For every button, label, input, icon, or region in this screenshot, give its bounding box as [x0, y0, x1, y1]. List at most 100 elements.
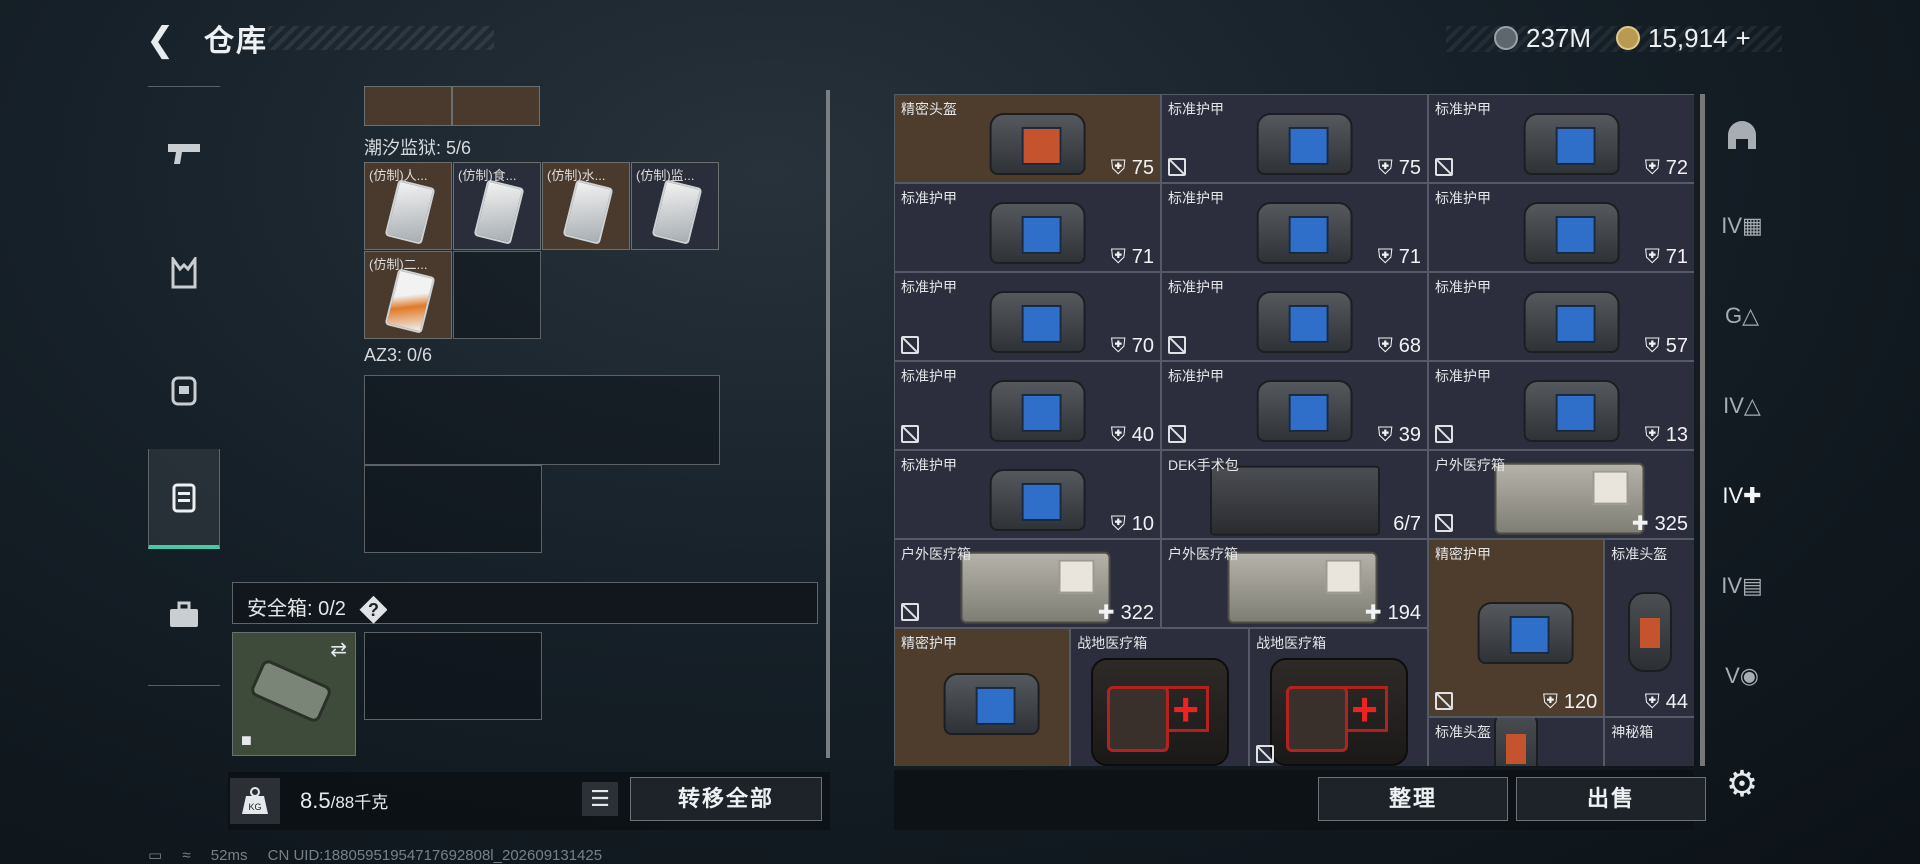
stash-item-value: ⛨ 40: [1111, 424, 1154, 447]
shield-icon: ⛨: [1377, 157, 1393, 179]
ammo-icon[interactable]: G△: [1710, 276, 1774, 356]
shield-icon: ⛨: [1644, 691, 1660, 713]
stash-item-value: ⛨ 13: [1645, 424, 1688, 447]
stash-item[interactable]: 战地医疗箱: [1249, 628, 1428, 766]
empty-slot-row[interactable]: [364, 375, 720, 465]
stash-item-name: 精密护甲: [901, 635, 957, 651]
inventory-slot[interactable]: (仿制)人...: [364, 162, 452, 250]
gold-coin-icon: [1616, 26, 1640, 50]
inventory-slot[interactable]: [364, 86, 452, 126]
weight-icon[interactable]: KG: [230, 778, 280, 824]
shield-icon: ⛨: [1644, 246, 1660, 268]
stash-item[interactable]: DEK手术包 6/7: [1161, 450, 1428, 539]
stash-item-number: 194: [1387, 602, 1421, 624]
helmet-icon[interactable]: [1710, 96, 1774, 176]
stash-item[interactable]: 标准护甲 ⛨ 68: [1161, 272, 1428, 361]
battery-icon: ▭: [148, 847, 163, 864]
shield-icon: ⛨: [1110, 513, 1126, 535]
stash-item[interactable]: 精密头盔 ⛨ 75: [894, 94, 1161, 183]
stash-item[interactable]: 标准护甲 ⛨ 71: [1428, 183, 1694, 272]
stash-item[interactable]: 标准头盔 ⛨ 44: [1604, 539, 1694, 717]
vest-icon: [989, 379, 1086, 442]
section-label-prison: 潮汐监狱: 5/6: [364, 138, 472, 158]
vest-icon: [989, 201, 1086, 264]
vest-icon[interactable]: [148, 223, 220, 323]
stash-item[interactable]: 神秘箱: [1604, 717, 1694, 766]
no-insure-icon: [1256, 745, 1275, 764]
id-card-icon: [384, 268, 436, 334]
safe-box-empty-slots[interactable]: [364, 632, 542, 720]
shield-icon: ⛨: [1644, 424, 1660, 446]
pistol-icon[interactable]: [148, 103, 220, 203]
back-arrow-icon[interactable]: ❮: [146, 20, 186, 60]
weight-max: /88千克: [330, 793, 389, 812]
gear-icon[interactable]: ⚙: [1720, 762, 1764, 806]
heal-plus-icon: ✚: [1631, 513, 1649, 535]
vest-icon: [1256, 379, 1353, 442]
stash-item[interactable]: 标准护甲 ⛨ 72: [1428, 94, 1694, 183]
inventory-slot[interactable]: [452, 86, 540, 126]
stash-scrollbar[interactable]: [1700, 94, 1705, 766]
stash-item-number: 71: [1398, 246, 1421, 268]
stash-item-name: 户外医疗箱: [901, 546, 971, 562]
swap-icon[interactable]: ⇄: [330, 637, 347, 662]
first-aid-kit-icon: [1269, 658, 1408, 766]
stash-item[interactable]: 战地医疗箱: [1070, 628, 1250, 766]
stash-item-name: 标准头盔: [1611, 546, 1668, 562]
stash-item-name: 标准护甲: [1435, 101, 1491, 117]
transfer-all-button[interactable]: 转移全部: [630, 777, 822, 821]
stash-item[interactable]: 标准护甲 ⛨ 40: [894, 361, 1161, 450]
stash-item[interactable]: 标准护甲 ⛨ 75: [1161, 94, 1428, 183]
container-icon[interactable]: [148, 449, 220, 549]
empty-slot-row[interactable]: [364, 465, 542, 553]
inventory-slot[interactable]: (仿制)水...: [542, 162, 630, 250]
stash-item-name: 户外医疗箱: [1435, 457, 1505, 473]
medical-icon[interactable]: IV✚: [1710, 456, 1774, 536]
inventory-slot[interactable]: (仿制)二...: [364, 251, 452, 339]
silver-currency: 237M: [1494, 20, 1591, 56]
stash-item[interactable]: 精密护甲 ⛨ 120: [1428, 539, 1605, 717]
helmet-vest-icon: [989, 112, 1086, 175]
stash-item-value: ⛨ 72: [1645, 157, 1688, 180]
backpack-icon[interactable]: [148, 339, 220, 439]
stash-item[interactable]: 标准护甲 ⛨ 71: [1161, 183, 1428, 272]
stash-item-value: ⛨ 68: [1378, 335, 1421, 358]
stash-item-number: 71: [1665, 246, 1688, 268]
stash-item[interactable]: 标准护甲 ⛨ 39: [1161, 361, 1428, 450]
stash-item-value: ⛨ 75: [1111, 157, 1154, 180]
help-icon[interactable]: ?: [359, 595, 388, 624]
stash-item[interactable]: 标准护甲 ⛨ 57: [1428, 272, 1694, 361]
empty-slot[interactable]: [453, 251, 541, 339]
stash-item[interactable]: 精密护甲: [894, 628, 1071, 766]
inventory-scrollbar[interactable]: [826, 90, 830, 758]
gold-currency[interactable]: 15,914 +: [1616, 20, 1751, 56]
list-view-icon[interactable]: ☰: [582, 782, 618, 816]
stash-item[interactable]: 户外医疗箱 ✚ 322: [894, 539, 1161, 628]
tier-iv-icon[interactable]: IV△: [1710, 366, 1774, 446]
tier-iv-armor-icon[interactable]: IV▦: [1710, 186, 1774, 266]
no-insure-icon: [1435, 514, 1453, 532]
kit-icon: [960, 551, 1110, 624]
no-insure-icon: [901, 603, 919, 621]
no-insure-icon: [901, 425, 919, 443]
stash-item[interactable]: 标准头盔: [1428, 717, 1605, 766]
stash-item-name: 标准护甲: [1168, 101, 1224, 117]
add-gold-button[interactable]: +: [1736, 23, 1751, 54]
stash-item[interactable]: 标准护甲 ⛨ 70: [894, 272, 1161, 361]
stash-item[interactable]: 标准护甲 ⛨ 10: [894, 450, 1161, 539]
inventory-slot[interactable]: (仿制)食...: [453, 162, 541, 250]
sell-button[interactable]: 出售: [1516, 777, 1706, 821]
stash-item[interactable]: 标准护甲 ⛨ 71: [894, 183, 1161, 272]
inventory-slot[interactable]: (仿制)监...: [631, 162, 719, 250]
docs-icon[interactable]: IV▤: [1710, 546, 1774, 626]
briefcase-icon[interactable]: [148, 565, 220, 665]
stash-item[interactable]: 户外医疗箱 ✚ 325: [1428, 450, 1694, 539]
status-bar: ▭ ≈ 52ms CN UID:18805951954717692808l_20…: [148, 846, 618, 864]
stash-item[interactable]: 标准护甲 ⛨ 13: [1428, 361, 1694, 450]
sort-button[interactable]: 整理: [1318, 777, 1508, 821]
no-insure-icon: [1168, 425, 1186, 443]
safe-box-slot[interactable]: ⇄ ■: [232, 632, 356, 756]
misc-icon[interactable]: V◉: [1710, 636, 1774, 716]
stash-item[interactable]: 户外医疗箱 ✚ 194: [1161, 539, 1428, 628]
ping-readout: 52ms: [210, 847, 248, 864]
